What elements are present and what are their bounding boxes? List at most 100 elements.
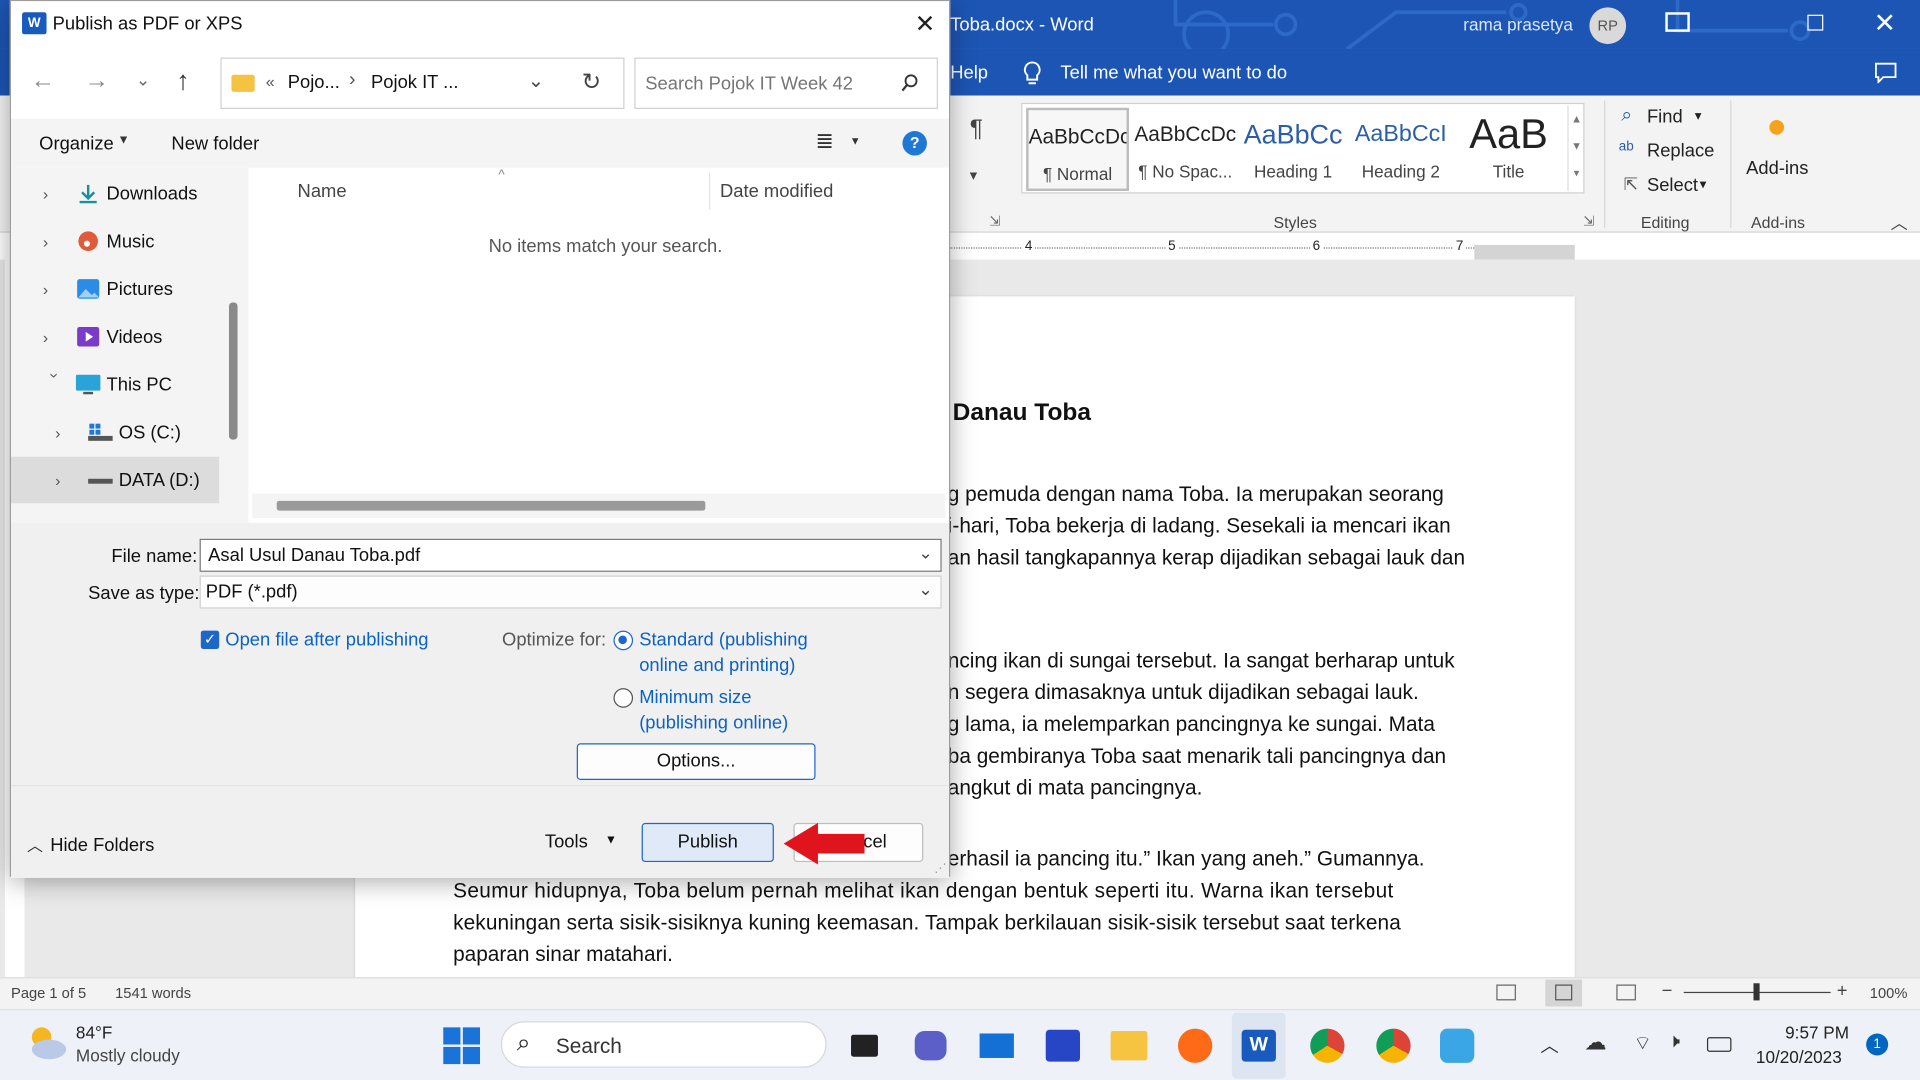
style-no-spacing[interactable]: AaBbCcDc ¶ No Spac...	[1134, 108, 1237, 191]
file-name-field[interactable]: Asal Usul Danau Toba.pdf ⌄	[199, 538, 942, 572]
resize-grip-icon[interactable]: ⋰	[934, 862, 946, 875]
style-title[interactable]: AaB Title	[1457, 108, 1560, 191]
search-input[interactable]	[645, 71, 891, 96]
mail-icon[interactable]	[972, 1013, 1021, 1079]
addins-button[interactable]: Add-ins	[1746, 158, 1808, 179]
tree-item-pictures[interactable]: › Pictures	[11, 266, 249, 313]
borders-dropdown-icon[interactable]: ▾	[970, 167, 977, 184]
help-icon[interactable]: ?	[902, 131, 927, 156]
recent-locations-icon[interactable]: ⌄	[136, 70, 150, 91]
page-count[interactable]: Page 1 of 5	[11, 984, 86, 1001]
notification-badge[interactable]: 1	[1866, 1033, 1889, 1056]
style-normal[interactable]: AaBbCcDc ¶ Normal	[1026, 107, 1129, 192]
file-explorer-icon[interactable]	[1104, 1013, 1153, 1079]
view-options-icon[interactable]: ≣	[816, 129, 834, 155]
publish-button[interactable]: Publish	[641, 822, 774, 863]
app-icon[interactable]	[1038, 1013, 1087, 1079]
style-heading-1[interactable]: AaBbCc Heading 1	[1242, 108, 1345, 191]
tools-button[interactable]: Tools	[545, 831, 588, 852]
zoom-out-icon[interactable]: −	[1662, 981, 1673, 1002]
optimize-minimum-label[interactable]: Minimum size	[639, 687, 751, 708]
print-layout-icon[interactable]	[1545, 979, 1583, 1007]
forward-arrow-icon[interactable]: →	[84, 67, 108, 95]
save-type-select[interactable]: PDF (*.pdf) ⌄	[199, 575, 942, 609]
tools-dropdown-icon[interactable]: ▼	[605, 834, 617, 847]
chevron-down-icon[interactable]: ⌄	[918, 579, 932, 600]
tree-item-downloads[interactable]: › Downloads	[11, 170, 249, 217]
chevron-right-icon[interactable]: ›	[43, 232, 67, 250]
search-icon[interactable]	[900, 73, 920, 93]
ribbon-display-options-icon[interactable]	[1665, 12, 1690, 32]
pilcrow-icon[interactable]: ¶	[970, 115, 983, 143]
paragraph-launcher-icon[interactable]: ⇲	[989, 213, 1000, 229]
chevron-right-icon[interactable]: ›	[43, 328, 67, 346]
open-after-label[interactable]: Open file after publishing	[225, 629, 428, 650]
search-box[interactable]	[634, 57, 938, 109]
select-button[interactable]: Select	[1647, 175, 1698, 196]
options-button[interactable]: Options...	[576, 743, 816, 781]
optimize-minimum-label-2[interactable]: (publishing online)	[639, 713, 788, 734]
chrome-profile-icon[interactable]	[1369, 1013, 1418, 1079]
onedrive-icon[interactable]: ☁	[1585, 1030, 1607, 1056]
optimize-standard-label-2[interactable]: online and printing)	[639, 655, 795, 676]
weather-description[interactable]: Mostly cloudy	[76, 1046, 180, 1066]
tree-item-music[interactable]: › Music	[11, 218, 249, 265]
horizontal-scrollbar-thumb[interactable]	[276, 500, 706, 511]
volume-icon[interactable]: 🕨	[1668, 1031, 1680, 1053]
zoom-slider-thumb[interactable]	[1753, 983, 1760, 1001]
column-header-name[interactable]: Name	[298, 181, 347, 202]
tree-scrollbar[interactable]	[228, 302, 238, 440]
close-dialog-icon[interactable]: ✕	[915, 9, 936, 40]
word-count[interactable]: 1541 words	[115, 984, 191, 1001]
up-arrow-icon[interactable]: ↑	[176, 65, 189, 97]
paint-icon[interactable]	[1433, 1013, 1482, 1079]
taskbar-search[interactable]: ⌕ Search	[500, 1021, 827, 1068]
chevron-right-icon[interactable]: ›	[43, 184, 67, 202]
chevron-right-icon[interactable]: ›	[43, 280, 67, 298]
tab-help[interactable]: Help	[950, 62, 988, 83]
open-after-checkbox[interactable]: ✓	[200, 630, 220, 649]
clock-date[interactable]: 10/20/2023	[1756, 1047, 1842, 1067]
breadcrumb-overflow[interactable]: «	[266, 72, 275, 90]
tree-item-this-pc[interactable]: › This PC	[11, 361, 249, 408]
breadcrumb-item[interactable]: Pojo...	[288, 72, 340, 93]
optimize-minimum-radio[interactable]	[613, 688, 634, 708]
chevron-down-icon[interactable]: ›	[46, 372, 64, 396]
chevron-right-icon[interactable]: ›	[55, 471, 79, 489]
hide-folders-button[interactable]: Hide Folders	[50, 835, 154, 856]
styles-launcher-icon[interactable]: ⇲	[1583, 213, 1594, 229]
style-heading-2[interactable]: AaBbCcI Heading 2	[1349, 108, 1452, 191]
collapse-ribbon-icon[interactable]: ︿	[1891, 211, 1908, 235]
tree-item-videos[interactable]: › Videos	[11, 313, 249, 360]
chevron-right-icon[interactable]: ›	[55, 423, 79, 441]
wifi-icon[interactable]: ⌔	[1633, 1031, 1651, 1055]
tree-item-data-d[interactable]: › DATA (D:)	[11, 456, 220, 504]
word-taskbar-icon[interactable]: W	[1231, 1012, 1286, 1079]
zoom-in-icon[interactable]: +	[1837, 981, 1848, 1002]
optimize-standard-label[interactable]: Standard (publishing	[639, 629, 807, 650]
find-dropdown-icon[interactable]: ▾	[1695, 108, 1702, 124]
styles-scroll[interactable]: ▲ ▼ ▾	[1567, 105, 1584, 192]
weather-temp[interactable]: 84°F	[76, 1022, 112, 1042]
teams-chat-icon[interactable]	[906, 1013, 955, 1079]
select-dropdown-icon[interactable]: ▾	[1700, 176, 1707, 193]
chevron-up-icon[interactable]: ︿	[27, 833, 43, 856]
comments-icon[interactable]	[1873, 61, 1897, 84]
read-mode-icon[interactable]	[1496, 984, 1516, 1001]
address-dropdown-icon[interactable]: ⌄	[528, 69, 544, 93]
address-bar[interactable]: « Pojo... › Pojok IT ... ⌄ ↻	[220, 57, 625, 109]
firefox-icon[interactable]	[1171, 1013, 1220, 1079]
new-folder-button[interactable]: New folder	[171, 133, 259, 154]
optimize-standard-radio[interactable]	[613, 630, 634, 651]
zoom-level[interactable]: 100%	[1870, 984, 1908, 1001]
tree-item-os-c[interactable]: › OS (C:)	[11, 409, 249, 456]
find-button[interactable]: Find	[1647, 107, 1683, 128]
tell-me-search[interactable]: Tell me what you want to do	[1060, 62, 1287, 83]
start-icon[interactable]	[443, 1027, 481, 1065]
refresh-icon[interactable]: ↻	[582, 69, 601, 97]
organize-button[interactable]: Organize	[39, 133, 114, 154]
close-word-icon[interactable]: ✕	[1873, 7, 1896, 39]
user-avatar[interactable]: RP	[1589, 7, 1627, 45]
task-view-icon[interactable]	[840, 1013, 889, 1079]
view-dropdown-icon[interactable]: ▼	[850, 135, 861, 147]
